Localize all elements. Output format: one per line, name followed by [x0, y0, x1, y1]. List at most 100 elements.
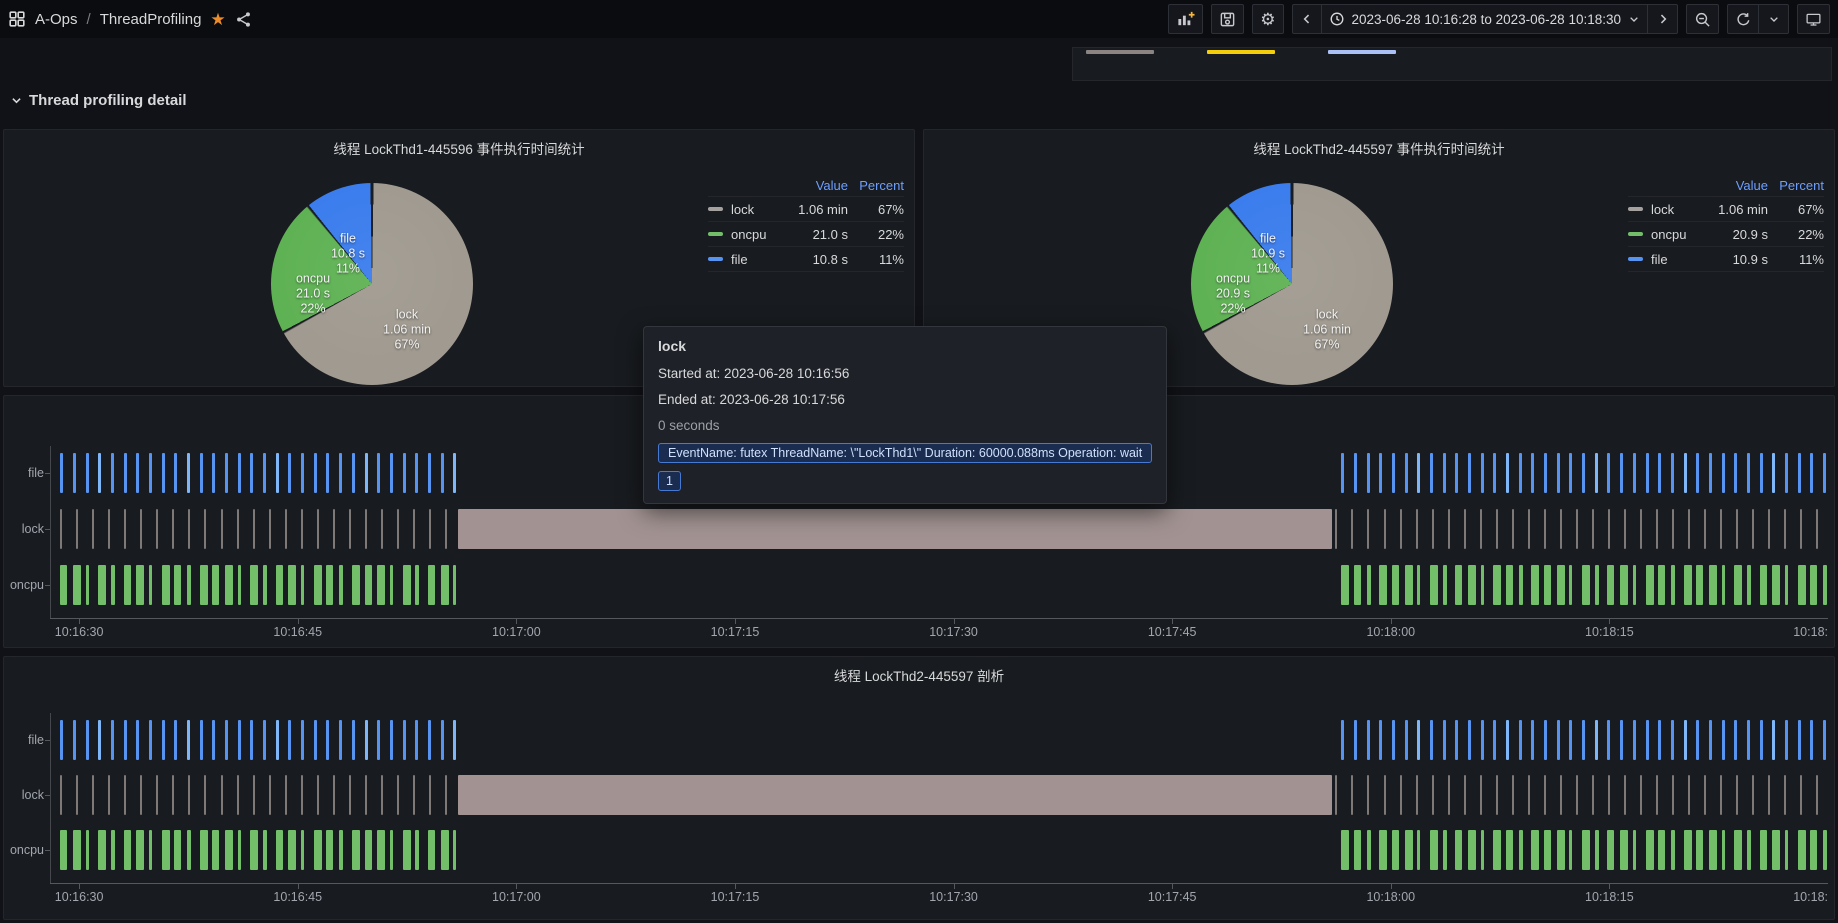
event-bar	[1785, 720, 1788, 760]
time-range-back-button[interactable]	[1292, 4, 1322, 34]
event-bar	[1696, 830, 1703, 870]
favorite-star-icon[interactable]: ★	[210, 11, 225, 28]
event-bar	[1816, 509, 1818, 549]
event-bar	[86, 830, 89, 870]
breadcrumb-page[interactable]: ThreadProfiling	[100, 11, 202, 28]
save-dashboard-button[interactable]	[1211, 4, 1244, 34]
event-bar	[111, 565, 115, 605]
refresh-interval-button[interactable]	[1759, 4, 1789, 34]
legend-percent: 11%	[848, 252, 904, 267]
event-bar	[1772, 453, 1775, 493]
series-oncpu[interactable]	[50, 565, 1828, 605]
event-bar	[140, 509, 142, 549]
row-thread-profiling-detail[interactable]: Thread profiling detail	[10, 92, 187, 109]
legend-label: oncpu	[731, 227, 776, 242]
event-bar	[1592, 775, 1594, 815]
legend-column-value[interactable]: Value	[1696, 178, 1768, 193]
event-bar	[1768, 509, 1770, 549]
event-bar	[149, 830, 152, 870]
row-label-file: file	[6, 466, 44, 480]
event-bar	[1506, 720, 1509, 760]
cycle-view-mode-button[interactable]	[1797, 4, 1830, 34]
legend-item-file[interactable]: file10.9 s11%	[1628, 247, 1824, 272]
event-bar	[136, 565, 144, 605]
monitor-icon	[1805, 11, 1822, 28]
event-bar	[212, 565, 219, 605]
zoom-out-button[interactable]	[1686, 4, 1719, 34]
event-bar	[1448, 509, 1450, 549]
event-bar	[149, 720, 152, 760]
legend-item-lock[interactable]: lock1.06 min67%	[1628, 197, 1824, 222]
event-bar	[1341, 720, 1344, 760]
x-axis-tick	[1172, 619, 1173, 624]
lock-wait-block[interactable]	[458, 509, 1332, 549]
time-range-forward-button[interactable]	[1648, 4, 1678, 34]
event-bar	[1481, 565, 1484, 605]
legend-column-percent[interactable]: Percent	[848, 178, 904, 193]
add-panel-button[interactable]	[1168, 4, 1203, 34]
breadcrumb-app[interactable]: A-Ops	[35, 11, 78, 28]
legend-column-value[interactable]: Value	[776, 178, 848, 193]
event-bar	[1760, 565, 1767, 605]
event-bar	[365, 565, 372, 605]
event-bar	[1582, 720, 1585, 760]
event-bar	[250, 565, 258, 605]
event-bar	[98, 720, 101, 760]
event-bar	[415, 453, 418, 493]
event-bar	[381, 509, 383, 549]
event-bar	[413, 509, 415, 549]
series-lock[interactable]	[50, 775, 1828, 815]
event-bar	[204, 509, 206, 549]
event-bar	[1560, 509, 1562, 549]
event-bar	[238, 720, 241, 760]
event-bar	[1633, 453, 1636, 493]
event-bar	[1810, 453, 1813, 493]
row-label-lock: lock	[6, 522, 44, 536]
event-bar	[237, 775, 239, 815]
event-bar	[136, 453, 139, 493]
event-bar	[225, 565, 233, 605]
event-bar	[1417, 453, 1420, 493]
event-bar	[1709, 830, 1717, 870]
event-bar	[1335, 509, 1337, 549]
grafana-dashboard: A-Ops / ThreadProfiling ★	[0, 0, 1838, 923]
x-axis-tick	[79, 619, 80, 624]
event-bar	[1810, 830, 1817, 870]
chevron-down-icon	[10, 94, 23, 107]
row-label-lock: lock	[6, 788, 44, 802]
series-file[interactable]	[50, 720, 1828, 760]
legend-column-percent[interactable]: Percent	[1768, 178, 1824, 193]
event-bar	[377, 720, 380, 760]
event-bar	[301, 720, 304, 760]
refresh-button[interactable]	[1727, 4, 1759, 34]
event-bar	[60, 775, 62, 815]
legend-item-oncpu[interactable]: oncpu20.9 s22%	[1628, 222, 1824, 247]
legend-strip-gray	[1086, 50, 1154, 54]
event-bar	[1367, 509, 1369, 549]
event-bar	[98, 830, 106, 870]
apps-grid-icon[interactable]	[8, 10, 26, 28]
pie-slice-label-oncpu: oncpu21.0 s22%	[296, 272, 330, 317]
event-bar	[365, 453, 368, 493]
event-bar	[108, 509, 110, 549]
event-bar	[1496, 509, 1498, 549]
share-icon[interactable]	[235, 11, 252, 28]
legend-item-file[interactable]: file10.8 s11%	[708, 247, 904, 272]
event-bar	[1747, 453, 1750, 493]
series-lock[interactable]	[50, 509, 1828, 549]
series-oncpu[interactable]	[50, 830, 1828, 870]
dashboard-settings-button[interactable]: ⚙	[1252, 4, 1283, 34]
legend-item-oncpu[interactable]: oncpu21.0 s22%	[708, 222, 904, 247]
event-bar	[349, 775, 351, 815]
legend-item-lock[interactable]: lock1.06 min67%	[708, 197, 904, 222]
lock-wait-block[interactable]	[458, 775, 1332, 815]
time-range-picker-button[interactable]: 2023-06-28 10:16:28 to 2023-06-28 10:18:…	[1322, 4, 1648, 34]
timeline-plot[interactable]: 10:16:3010:16:4510:17:0010:17:1510:17:30…	[50, 657, 1828, 919]
event-bar	[377, 565, 385, 605]
event-bar	[1595, 565, 1599, 605]
event-bar	[1405, 453, 1408, 493]
event-bar	[136, 830, 144, 870]
x-axis-tick-label: 10:17:15	[711, 625, 760, 639]
event-bar	[288, 830, 296, 870]
x-axis-tick-label: 10:17:30	[929, 625, 978, 639]
